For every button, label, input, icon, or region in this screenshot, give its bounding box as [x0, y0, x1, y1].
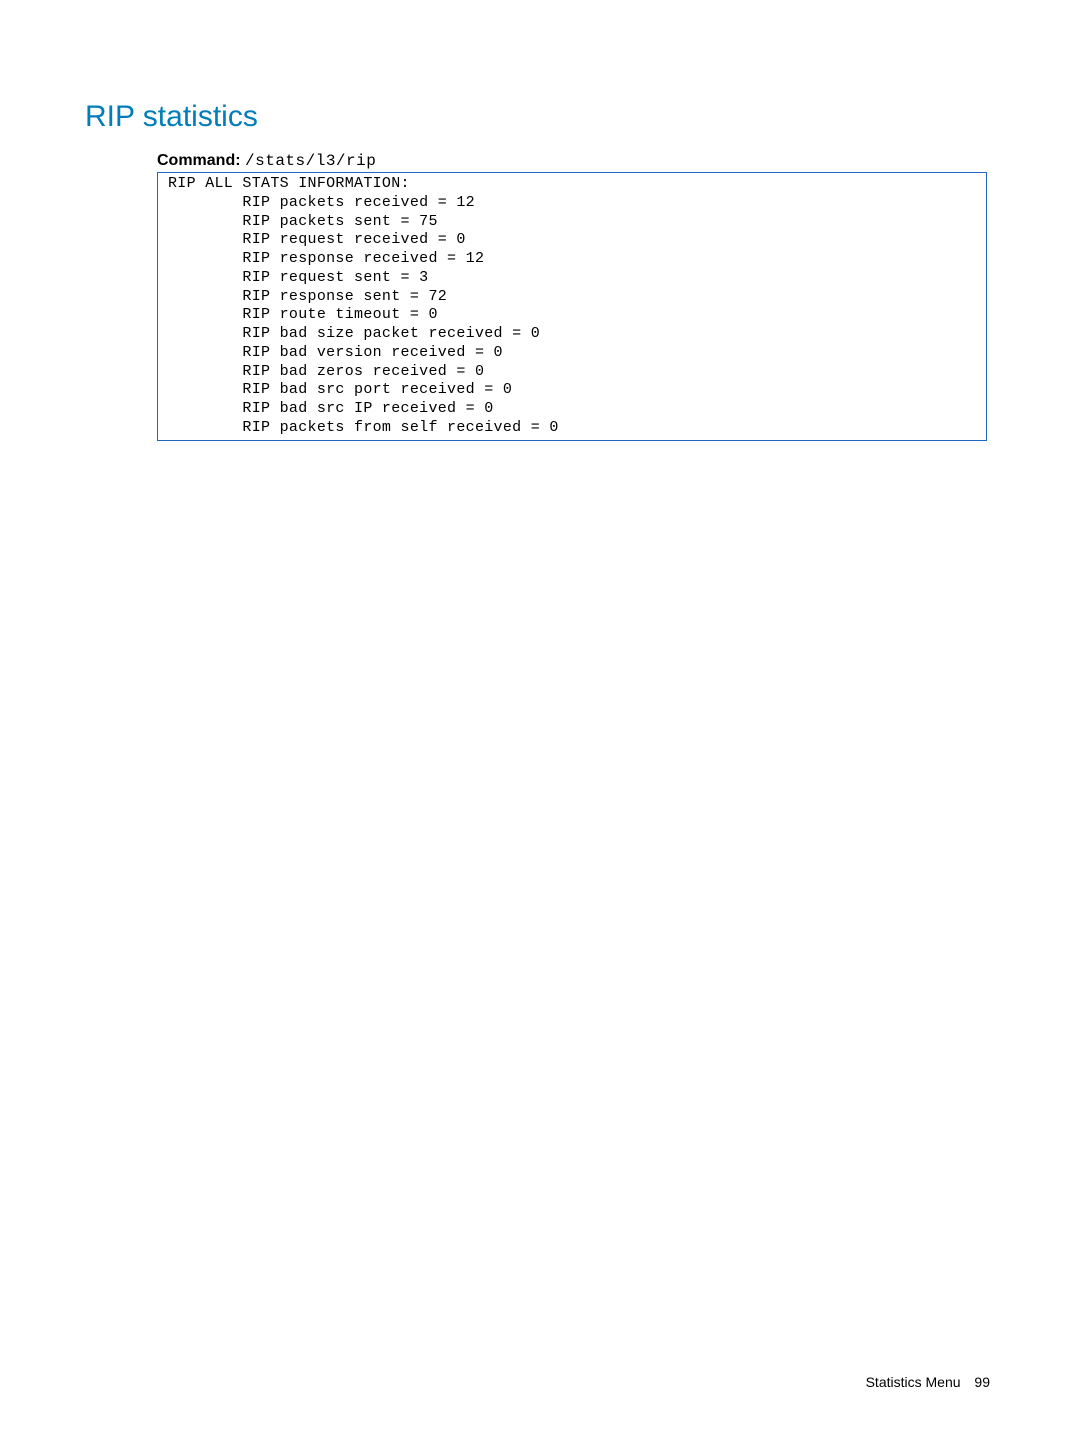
document-page: RIP statistics Command: /stats/l3/rip RI…: [0, 0, 1080, 1440]
stat-line: RIP packets sent = 75: [168, 213, 976, 232]
page-footer: Statistics Menu 99: [866, 1374, 990, 1390]
footer-page-number: 99: [974, 1374, 990, 1390]
stat-line: RIP response sent = 72: [168, 288, 976, 307]
command-label: Command:: [157, 152, 241, 169]
stats-container: RIP packets received = 12 RIP packets se…: [168, 194, 976, 438]
command-line: Command: /stats/l3/rip: [157, 152, 990, 170]
page-title: RIP statistics: [85, 100, 990, 134]
stat-line: RIP route timeout = 0: [168, 306, 976, 325]
stat-line: RIP request sent = 3: [168, 269, 976, 288]
output-header: RIP ALL STATS INFORMATION:: [168, 175, 976, 194]
stat-line: RIP bad version received = 0: [168, 344, 976, 363]
stat-line: RIP bad size packet received = 0: [168, 325, 976, 344]
stat-line: RIP bad src port received = 0: [168, 381, 976, 400]
stat-line: RIP request received = 0: [168, 231, 976, 250]
footer-section: Statistics Menu: [866, 1374, 961, 1390]
command-path: /stats/l3/rip: [245, 152, 376, 170]
stat-line: RIP packets from self received = 0: [168, 419, 976, 438]
output-box: RIP ALL STATS INFORMATION: RIP packets r…: [157, 172, 987, 441]
stat-line: RIP bad zeros received = 0: [168, 363, 976, 382]
stat-line: RIP packets received = 12: [168, 194, 976, 213]
command-path-text: /stats/l3/rip: [245, 152, 376, 170]
stat-line: RIP response received = 12: [168, 250, 976, 269]
stat-line: RIP bad src IP received = 0: [168, 400, 976, 419]
